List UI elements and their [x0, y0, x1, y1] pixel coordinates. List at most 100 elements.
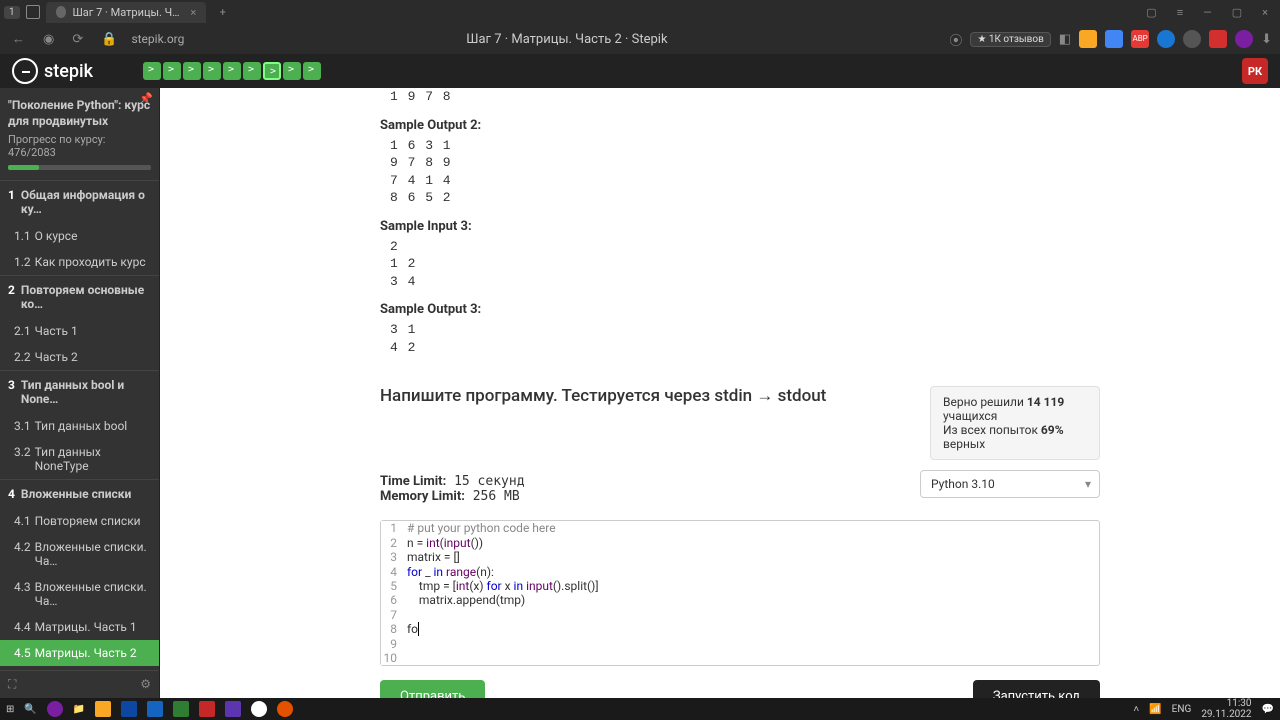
step-pill-7[interactable] [263, 62, 281, 80]
new-tab-button[interactable]: + [212, 6, 234, 19]
reload-icon[interactable]: ⟳ [68, 32, 87, 47]
ext-icon-3[interactable] [1157, 30, 1175, 48]
nav-item[interactable]: 3.2 Тип данных NoneType [0, 439, 159, 479]
submit-button[interactable]: Отправить [380, 680, 485, 698]
nav-section-header[interactable]: 3Тип данных bool и None… [0, 371, 159, 413]
nav-item[interactable]: 4.1 Повторяем списки [0, 508, 159, 534]
tray-date[interactable]: 29.11.2022 [1201, 709, 1251, 720]
task-app-2[interactable] [95, 701, 111, 717]
ext-icon-4[interactable] [1183, 30, 1201, 48]
sample-code: 2 1 2 3 4 [380, 238, 1100, 291]
sample-code: 1 9 7 8 [380, 88, 1100, 106]
nav-item[interactable]: 3.1 Тип данных bool [0, 413, 159, 439]
sample-label: Sample Input 3: [380, 219, 1100, 234]
task-app-3[interactable] [225, 701, 241, 717]
maximize-icon[interactable]: ▢ [1228, 6, 1246, 19]
sample-code: 3 1 4 2 [380, 321, 1100, 356]
start-icon[interactable]: ⊞ [6, 704, 14, 715]
nav-item[interactable]: 4.4 Матрицы. Часть 1 [0, 614, 159, 640]
nav-item[interactable]: 4.5 Матрицы. Часть 2 [0, 640, 159, 666]
browser-tab[interactable]: Шаг 7 · Матрицы. Част… × [46, 2, 206, 23]
run-code-button[interactable]: Запустить код [973, 680, 1100, 698]
step-pill-1[interactable] [143, 62, 161, 80]
menu-icon[interactable]: ≡ [1173, 6, 1187, 19]
tray-chevron-icon[interactable]: ˄ [1133, 704, 1139, 715]
nav-item[interactable]: 4.2 Вложенные списки. Ча… [0, 534, 159, 574]
ext-icon-6[interactable] [1235, 30, 1253, 48]
tabs-overview-icon[interactable] [26, 5, 40, 19]
language-select[interactable]: Python 3.10 [920, 470, 1100, 498]
sidebar: 📌 "Поколение Python": курс для продвинут… [0, 88, 160, 698]
fullscreen-icon[interactable]: ⛶ [8, 677, 16, 692]
app-header: stepik РК [0, 54, 1280, 88]
taskbar: ⊞ 🔍 📁 ˄ 📶 ENG 11:30 29.11.2022 💬 [0, 698, 1280, 720]
close-icon[interactable]: × [190, 6, 195, 19]
shield-icon[interactable]: ◉ [39, 32, 58, 47]
progress-bar [8, 165, 151, 170]
search-icon[interactable]: 🔍 [24, 704, 36, 715]
nav-item[interactable]: 4.3 Вложенные списки. Ча… [0, 574, 159, 614]
task-title: Напишите программу. Тестируется через st… [380, 386, 826, 406]
tray-notifications-icon[interactable]: 💬 [1262, 704, 1274, 715]
bookmark-icon[interactable]: ◧ [1059, 32, 1071, 47]
step-pill-8[interactable] [283, 62, 301, 80]
step-navigation [143, 62, 321, 80]
url-text[interactable]: stepik.org [131, 32, 184, 46]
lock-icon: 🔒 [97, 32, 121, 47]
step-pill-6[interactable] [243, 62, 261, 80]
page-title: Шаг 7 · Матрицы. Часть 2 · Stepik [194, 32, 939, 47]
progress-text: Прогресс по курсу: 476/2083 [0, 133, 159, 159]
step-pill-3[interactable] [183, 62, 201, 80]
pin-icon[interactable]: 📌 [139, 92, 153, 105]
nav-item[interactable]: 1.2 Как проходить курс [0, 249, 159, 275]
step-pill-2[interactable] [163, 62, 181, 80]
nav-section-header[interactable]: 4Вложенные списки [0, 480, 159, 508]
nav-section-header[interactable]: 1Общая информация о ку… [0, 181, 159, 223]
pip-icon[interactable]: ▢ [1142, 6, 1160, 19]
ext-icon-1[interactable] [1079, 30, 1097, 48]
course-title: "Поколение Python": курс для продвинутых [0, 88, 159, 133]
task-photoshop[interactable] [121, 701, 137, 717]
task-excel[interactable] [173, 701, 189, 717]
task-app-1[interactable] [47, 701, 63, 717]
user-avatar[interactable]: РК [1242, 58, 1268, 84]
sample-label: Sample Output 3: [380, 302, 1100, 317]
code-editor[interactable]: 1# put your python code here2n = int(inp… [380, 520, 1100, 666]
step-pill-4[interactable] [203, 62, 221, 80]
task-word[interactable] [147, 701, 163, 717]
nav-item[interactable]: 2.2 Часть 2 [0, 344, 159, 370]
tab-count: 1 [4, 6, 20, 19]
logo-text: stepik [44, 61, 93, 82]
sample-label: Sample Output 2: [380, 118, 1100, 133]
sample-code: 1 6 3 1 9 7 8 9 7 4 1 4 8 6 5 2 [380, 137, 1100, 207]
reviews-badge[interactable]: ★ 1К отзывов [970, 32, 1050, 47]
tray-wifi-icon[interactable]: 📶 [1149, 704, 1161, 715]
task-powerpoint[interactable] [199, 701, 215, 717]
ext-icon-2[interactable] [1105, 30, 1123, 48]
solved-stats: Верно решили 14 119 учащихся Из всех поп… [930, 386, 1100, 460]
nav-item[interactable]: 1.1 О курсе [0, 223, 159, 249]
task-app-4[interactable] [277, 701, 293, 717]
settings-icon[interactable]: ⚙ [140, 677, 151, 692]
step-pill-9[interactable] [303, 62, 321, 80]
logo[interactable]: stepik [12, 58, 93, 84]
back-icon[interactable]: ← [8, 31, 29, 47]
ext-icon-5[interactable] [1209, 30, 1227, 48]
downloads-icon[interactable]: ⬇ [1261, 32, 1272, 47]
nav-section-header[interactable]: 2Повторяем основные ко… [0, 276, 159, 318]
tray-time[interactable]: 11:30 [1201, 698, 1251, 709]
translate-icon[interactable]: ⦿ [949, 30, 962, 49]
tab-title: Шаг 7 · Матрицы. Част… [72, 6, 184, 19]
window-titlebar: 1 Шаг 7 · Матрицы. Част… × + ▢ ≡ — ▢ × [0, 0, 1280, 24]
step-pill-5[interactable] [223, 62, 241, 80]
url-bar: ← ◉ ⟳ 🔒 stepik.org Шаг 7 · Матрицы. Част… [0, 24, 1280, 54]
logo-icon [12, 58, 38, 84]
task-yandex[interactable] [251, 701, 267, 717]
tray-lang[interactable]: ENG [1172, 704, 1192, 715]
nav-item[interactable]: 2.1 Часть 1 [0, 318, 159, 344]
minimize-icon[interactable]: — [1199, 6, 1216, 19]
ext-icon-abp[interactable]: ABP [1131, 30, 1149, 48]
content-area: 1 9 7 8 Sample Output 2: 1 6 3 1 9 7 8 9 7… [160, 88, 1280, 698]
close-window-icon[interactable]: × [1258, 6, 1272, 19]
task-explorer[interactable]: 📁 [73, 704, 85, 715]
